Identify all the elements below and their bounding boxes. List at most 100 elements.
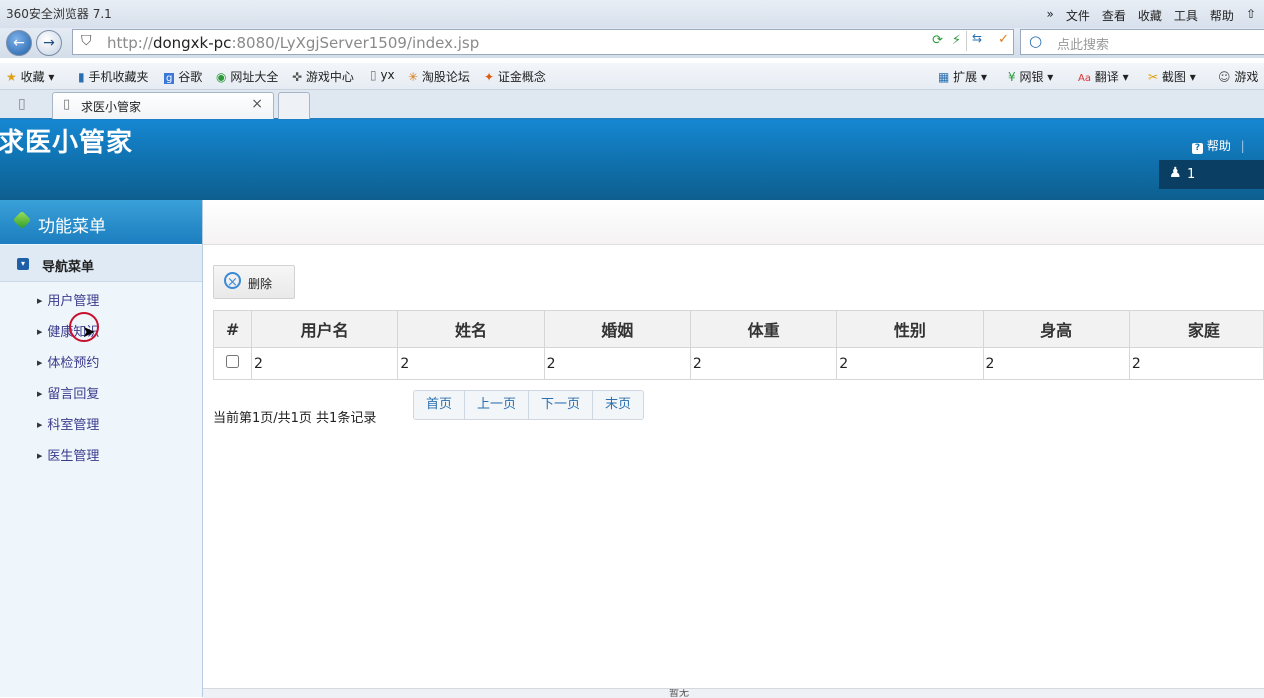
col-header-weight[interactable]: 体重 <box>689 310 838 348</box>
fav-google[interactable]: g 谷歌 <box>164 68 202 85</box>
cell-gender: 2 <box>836 347 984 380</box>
scissors-icon: ✂ <box>1148 70 1159 84</box>
refresh-icon[interactable]: ⟳ <box>932 33 943 48</box>
cell-height: 2 <box>982 347 1130 380</box>
page-info: 当前第1页/共1页 共1条记录 <box>213 411 377 426</box>
tab-qiuyi[interactable]: ▯ 求医小管家 × <box>52 92 274 119</box>
menu-more[interactable]: » <box>1047 7 1054 24</box>
user-name: 1 <box>1187 167 1196 182</box>
caret-right-icon: ▶ <box>37 452 43 460</box>
prev-page-button[interactable]: 上一页 <box>465 391 530 419</box>
nav-section-title: 导航菜单 <box>42 260 95 275</box>
cell-weight: 2 <box>689 347 838 380</box>
fav-game[interactable]: ☺ 游戏 <box>1218 68 1258 85</box>
table-row: 2 2 2 2 2 2 2 <box>212 347 1264 380</box>
shield-icon: ⛉ <box>81 33 92 49</box>
col-header-username[interactable]: 用户名 <box>251 310 399 348</box>
col-header-family[interactable]: 家庭 <box>1128 310 1264 348</box>
fav-extensions[interactable]: ▦ 扩展 ▾ <box>938 68 987 85</box>
help-link[interactable]: ? 帮助 | <box>1192 137 1245 154</box>
collapse-icon[interactable]: ▾ <box>17 258 29 270</box>
col-header-height[interactable]: 身高 <box>982 310 1130 348</box>
back-arrow-icon: ← <box>13 35 25 51</box>
sidebar-item-users[interactable]: ▶ 用户管理 <box>37 290 99 309</box>
globe-icon: ◉ <box>216 70 227 84</box>
back-button[interactable]: ← <box>6 30 32 56</box>
caret-right-icon: ▶ <box>37 328 43 336</box>
fav-mobile[interactable]: ▮ 手机收藏夹 <box>78 68 148 85</box>
page-icon: ▯ <box>370 68 377 82</box>
sidebar-item-departments[interactable]: ▶ 科室管理 <box>37 414 99 433</box>
favorites-bar: ★ 收藏 ▾ ▮ 手机收藏夹 g 谷歌 ◉ 网址大全 ✜ 游戏中心 ▯ yx ✳… <box>0 63 1264 90</box>
col-header-gender[interactable]: 性别 <box>836 310 984 348</box>
skin-icon[interactable]: ⇧ <box>1246 7 1256 24</box>
caret-right-icon: ▶ <box>37 359 43 367</box>
sidebar-title: 功能菜单 <box>38 217 106 237</box>
menu-help[interactable]: 帮助 <box>1210 7 1234 24</box>
fav-yx[interactable]: ▯ yx <box>370 68 395 82</box>
user-box[interactable]: ♟ 1 <box>1159 160 1264 189</box>
sidebar-toggle-icon[interactable]: ▯ <box>18 96 26 112</box>
first-page-button[interactable]: 首页 <box>414 391 466 419</box>
pagination: 首页 上一页 下一页 末页 <box>413 390 645 420</box>
delete-label: 删除 <box>248 277 273 291</box>
sidebar-item-checkup[interactable]: ▶ 体检预约 <box>37 352 99 371</box>
star-icon: ★ <box>6 70 17 84</box>
nav-section-header[interactable]: ▾ 导航菜单 <box>0 245 202 282</box>
fav-screenshot[interactable]: ✂ 截图 ▾ <box>1148 68 1196 85</box>
fav-zhengjin[interactable]: ✦ 证金概念 <box>484 68 546 85</box>
col-header-marriage[interactable]: 婚姻 <box>543 310 691 348</box>
search-box[interactable]: ○ 点此搜索 <box>1020 29 1264 55</box>
menu-view[interactable]: 查看 <box>1102 7 1126 24</box>
tab-close-icon[interactable]: × <box>251 96 263 112</box>
forward-arrow-icon: → <box>43 35 55 51</box>
cell-marriage: 2 <box>543 347 691 380</box>
address-bar[interactable]: ⛉ http://dongxk-pc:8080/LyXgjServer1509/… <box>72 29 1014 55</box>
app-title: 求医小管家 <box>0 128 134 158</box>
row-checkbox-cell <box>212 347 253 380</box>
fav-bank[interactable]: ¥ 网银 ▾ <box>1008 68 1053 85</box>
menu-tools[interactable]: 工具 <box>1174 7 1198 24</box>
col-header-name[interactable]: 姓名 <box>397 310 545 348</box>
data-table: # 用户名 姓名 婚姻 体重 性别 身高 家庭 2 2 2 2 2 2 2 <box>212 310 1264 380</box>
delete-circle-icon: × <box>224 272 241 290</box>
main-top-strip <box>203 200 1264 245</box>
fav-sites[interactable]: ◉ 网址大全 <box>216 68 278 85</box>
fav-games[interactable]: ✜ 游戏中心 <box>292 68 354 85</box>
next-page-button[interactable]: 下一页 <box>529 391 594 419</box>
header-divider: | <box>1240 139 1245 153</box>
menu-favorites[interactable]: 收藏 <box>1138 7 1162 24</box>
lightning-icon[interactable]: ⚡ <box>952 33 961 48</box>
delete-button[interactable]: × 删除 <box>213 265 295 299</box>
caret-right-icon: ▶ <box>37 297 43 305</box>
compat-mode-icon[interactable]: ⇆ <box>966 31 987 51</box>
sidebar-item-doctors[interactable]: ▶ 医生管理 <box>37 445 99 464</box>
google-icon: g <box>164 73 175 84</box>
dropdown-chevron-icon[interactable]: ✓ <box>998 32 1009 47</box>
fav-taogu[interactable]: ✳ 淘股论坛 <box>408 68 470 85</box>
window-title: 360安全浏览器 7.1 <box>6 7 112 21</box>
cell-username: 2 <box>251 347 399 380</box>
bank-icon: ¥ <box>1008 70 1016 84</box>
row-checkbox[interactable] <box>226 355 240 368</box>
search-placeholder: 点此搜索 <box>1057 38 1110 53</box>
fav-collect[interactable]: ★ 收藏 ▾ <box>6 68 54 85</box>
caret-right-icon: ▶ <box>37 390 43 398</box>
forward-button[interactable]: → <box>36 30 62 56</box>
mouse-pointer-icon: ➤ <box>82 322 96 341</box>
fav-translate[interactable]: Aa 翻译 ▾ <box>1078 68 1129 85</box>
last-page-button[interactable]: 末页 <box>593 391 643 419</box>
gamepad-icon: ✜ <box>292 70 303 84</box>
url-text[interactable]: http://dongxk-pc:8080/LyXgjServer1509/in… <box>107 34 479 52</box>
sidebar-item-messages[interactable]: ▶ 留言回复 <box>37 383 99 402</box>
new-tab-button[interactable] <box>278 92 310 119</box>
tab-label: 求医小管家 <box>81 100 142 114</box>
sidebar-header: 功能菜单 <box>0 200 202 244</box>
cube-icon <box>12 210 32 230</box>
cell-family: 2 <box>1128 347 1264 380</box>
sparkle-icon: ✳ <box>408 70 419 84</box>
search-icon: ○ <box>1029 32 1043 50</box>
grid-icon: ▦ <box>938 70 950 84</box>
browser-menu-bar: » 文件 查看 收藏 工具 帮助 ⇧ <box>1047 7 1256 24</box>
menu-file[interactable]: 文件 <box>1066 7 1090 24</box>
